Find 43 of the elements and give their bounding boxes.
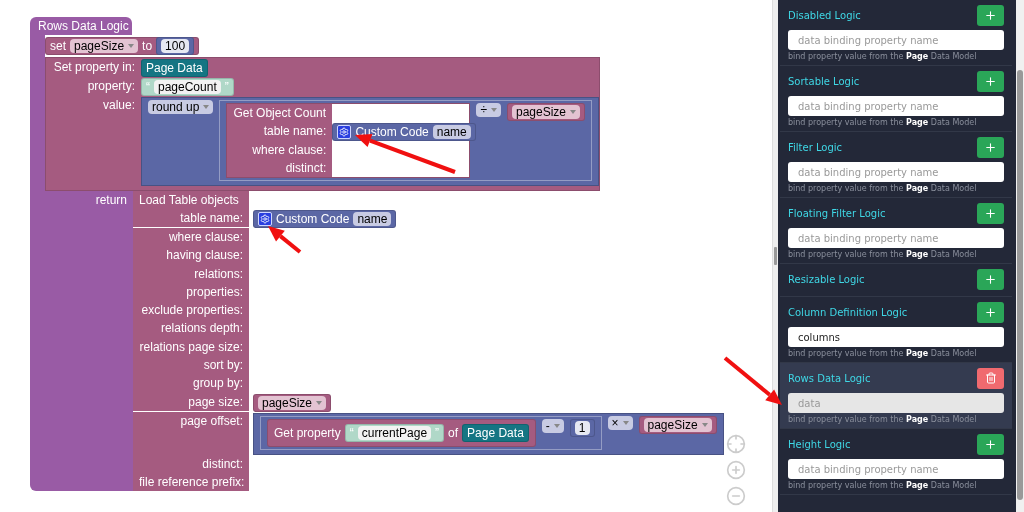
binding-input[interactable]: data binding property name [788, 30, 1004, 50]
binding-input[interactable]: data binding property name [788, 162, 1004, 182]
round-dropdown[interactable]: round up [148, 100, 214, 114]
variable-block[interactable]: pageSize [253, 393, 332, 412]
section-title: Sortable Logic [788, 75, 860, 87]
get-property-block[interactable]: Get property “ currentPage ” of Page Data [267, 418, 536, 447]
binding-input[interactable]: data binding property name [788, 228, 1004, 248]
help-text: bind property value from the Page Data Model [788, 118, 978, 127]
help-text: bind property value from the Page Data Model [788, 52, 978, 61]
text-block[interactable]: “ currentPage ” [344, 423, 445, 442]
section-title: Filter Logic [788, 141, 843, 153]
help-text: bind property value from the Page Data Model [788, 481, 978, 490]
variable-dropdown[interactable]: pageSize [70, 39, 139, 53]
binding-input[interactable]: data binding property name [788, 459, 1004, 479]
operator-dropdown[interactable]: × [607, 415, 633, 430]
multiply-block[interactable]: Get property “ currentPage ” of Page Data - 1 × pageSize [253, 412, 724, 455]
binding-input[interactable]: columns [788, 327, 1004, 347]
subtract-block[interactable]: Get property “ currentPage ” of Page Data - 1 [260, 415, 602, 450]
operator-dropdown[interactable]: ÷ [476, 103, 501, 117]
page-data-block[interactable]: Page Data [462, 423, 529, 442]
binding-input[interactable]: data binding property name [788, 96, 1004, 116]
custom-code-block[interactable]: Custom Code name [253, 210, 397, 228]
section-title: Rows Data Logic [788, 372, 871, 384]
section-title: Height Logic [788, 438, 851, 450]
section-title: Resizable Logic [788, 273, 865, 285]
number-block[interactable]: 100 [156, 37, 195, 55]
operator-dropdown[interactable]: - [541, 418, 564, 433]
set-variable-block[interactable]: set pageSize to 100 [45, 37, 200, 55]
variable-block[interactable]: pageSize [506, 103, 585, 121]
function-title: Rows Data Logic [30, 17, 132, 35]
variable-block[interactable]: pageSize [638, 415, 717, 434]
section-title: Disabled Logic [788, 9, 861, 21]
help-text: bind property value from the Page Data Model [788, 349, 978, 358]
text-block[interactable]: “ pageCount ” [141, 78, 234, 96]
help-text: bind property value from the Page Data Model [788, 415, 978, 424]
section-title: Column Definition Logic [788, 306, 908, 318]
help-text: bind property value from the Page Data Model [788, 184, 978, 193]
section-title: Floating Filter Logic [788, 207, 886, 219]
page-data-block[interactable]: Page Data [141, 59, 208, 77]
help-text: bind property value from the Page Data Model [788, 250, 978, 259]
return-label: return [30, 191, 133, 492]
number-block[interactable]: 1 [569, 418, 595, 437]
load-objects-block[interactable]: Load Table objects table name: Custom Code name where clause: having clause: relations: properties: exclude properties: relations depth: relations page size: sort by: group by: page size: pageSize page offset: Get property “ currentPage ” of Page Data - 1 × pageSize distinct: file reference prefix: [133, 191, 724, 492]
